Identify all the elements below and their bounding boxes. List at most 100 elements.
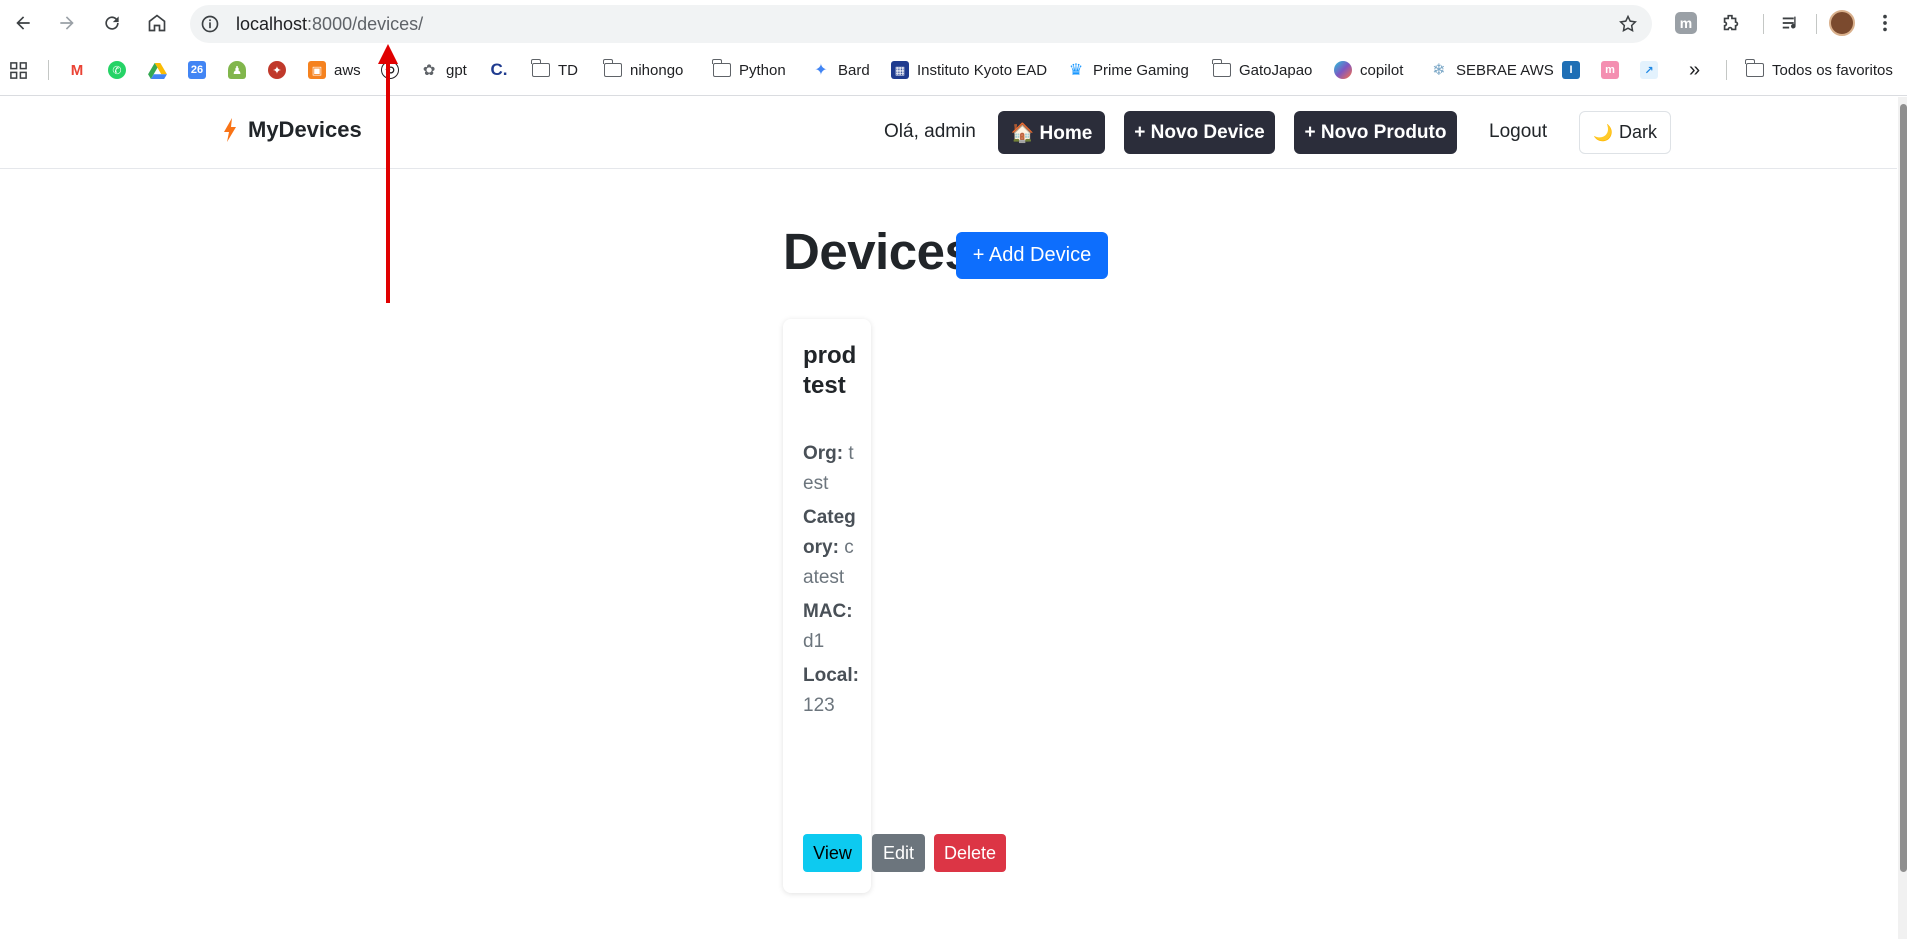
bookmark-label: Instituto Kyoto EAD (917, 61, 1048, 79)
bookmark-star-icon[interactable] (1618, 14, 1638, 34)
page-title: Devices (783, 223, 973, 280)
bookmark-copilot[interactable]: copilot (1334, 58, 1403, 82)
extension-m-icon[interactable]: m (1673, 10, 1699, 36)
browser-toolbar: localhost:8000/devices/ m (0, 0, 1907, 48)
copilot-icon (1334, 61, 1352, 79)
bookmark-kyoto[interactable]: ▦ Instituto Kyoto EAD (891, 58, 1047, 82)
toolbar-separator (1763, 14, 1764, 34)
org-field: Org: test (803, 439, 859, 499)
bookmark-label: GatoJapao (1239, 61, 1313, 79)
chart-icon: ↗ (1640, 61, 1658, 79)
media-control-icon[interactable] (1778, 10, 1804, 36)
bookmark-bard[interactable]: ✦ Bard (812, 58, 870, 82)
openai-icon: ✿ (420, 61, 438, 79)
user-greeting: Olá, admin (884, 121, 976, 142)
bookmark-canva[interactable]: C. (490, 58, 508, 82)
bookmark-label: nihongo (630, 61, 684, 79)
crown-icon: ♛ (1067, 61, 1085, 79)
view-button[interactable]: View (803, 834, 862, 872)
mac-value: d1 (803, 631, 825, 652)
mac-field: MAC: d1 (803, 597, 859, 657)
home-button[interactable]: 🏠 Home (998, 111, 1105, 154)
bookmark-chart[interactable]: ↗ (1640, 58, 1658, 82)
brand-name: MyDevices (248, 117, 362, 142)
site-info-icon[interactable] (200, 14, 220, 34)
moon-icon: 🌙 (1593, 124, 1613, 142)
canva-icon: C. (490, 60, 508, 79)
bookmarks-bar: M ✆ 26 ♟ ✦ ▣ aws ⟲ ✿ gpt C. TD nihongo Pyt… (0, 52, 1907, 88)
bookmark-folder-gatojapao[interactable]: GatoJapao (1212, 58, 1313, 82)
bookmark-label: Prime Gaming (1093, 61, 1189, 79)
bookmark-calendar[interactable]: 26 (188, 58, 206, 82)
bookmark-folder-td[interactable]: TD (531, 58, 578, 82)
more-bookmarks-button[interactable]: » (1689, 58, 1700, 82)
toolbar-separator (1816, 14, 1817, 34)
org-label: Org: (803, 443, 844, 464)
bookmark-whatsapp[interactable]: ✆ (108, 58, 126, 82)
mac-label: MAC: (803, 601, 853, 622)
address-bar[interactable]: localhost:8000/devices/ (190, 5, 1652, 43)
whatsapp-icon: ✆ (108, 61, 126, 79)
bookmark-chess[interactable]: ♟ (228, 58, 246, 82)
edit-button[interactable]: Edit (872, 834, 925, 872)
bookmark-label: TD (558, 61, 578, 79)
browser-chrome: localhost:8000/devices/ m M ✆ 26 ♟ ✦ ▣ aw… (0, 0, 1907, 96)
bookmark-aws[interactable]: ▣ aws (308, 58, 361, 82)
device-name: prodtest (803, 342, 857, 399)
device-fields: Org: test Category: catest MAC: d1 Local… (803, 439, 859, 725)
bookmark-gmail[interactable]: M (68, 58, 86, 82)
bookmarks-separator (1726, 60, 1727, 80)
gear-icon: ❄ (1430, 61, 1448, 79)
logout-link[interactable]: Logout (1489, 121, 1547, 143)
navbar: MyDevices Olá, admin 🏠 Home + Novo Devic… (0, 97, 1897, 169)
brand-link[interactable]: MyDevices (222, 117, 362, 143)
add-device-button[interactable]: + Add Device (956, 232, 1108, 279)
new-device-button[interactable]: + Novo Device (1124, 111, 1275, 154)
kyoto-icon: ▦ (891, 61, 909, 79)
bolt-icon (224, 118, 236, 142)
avatar[interactable] (1829, 10, 1855, 36)
bookmark-gpt[interactable]: ✿ gpt (420, 58, 467, 82)
annotation-arrow (386, 60, 390, 303)
bookmark-drive[interactable] (148, 58, 167, 82)
game-icon: ✦ (268, 61, 286, 79)
m-icon: m (1601, 61, 1619, 79)
drive-icon (148, 62, 167, 79)
bookmark-m[interactable]: m (1601, 58, 1619, 82)
category-field: Category: catest (803, 503, 859, 593)
folder-icon (1212, 59, 1231, 77)
all-bookmarks-folder[interactable]: Todos os favoritos (1745, 58, 1893, 82)
url-text[interactable]: localhost:8000/devices/ (236, 14, 423, 35)
folder-icon (712, 59, 731, 77)
bookmark-prime-gaming[interactable]: ♛ Prime Gaming (1067, 58, 1189, 82)
new-product-button[interactable]: + Novo Produto (1294, 111, 1457, 154)
bookmark-label: Bard (838, 61, 870, 79)
bookmark-game[interactable]: ✦ (268, 58, 286, 82)
apps-icon[interactable] (9, 58, 28, 82)
folder-icon (1745, 59, 1764, 77)
bookmark-sebrae-aws[interactable]: ❄ SEBRAE AWS (1430, 58, 1554, 82)
back-icon[interactable] (8, 8, 38, 38)
device-card: prodtest Org: test Category: catest MAC:… (783, 319, 871, 893)
scrollbar-thumb[interactable] (1900, 104, 1907, 872)
bookmark-info[interactable]: I (1562, 58, 1580, 82)
aws-icon: ▣ (308, 61, 326, 79)
delete-button[interactable]: Delete (934, 834, 1006, 872)
extensions-icon[interactable] (1718, 10, 1744, 36)
reload-icon[interactable] (97, 8, 127, 38)
bookmark-folder-nihongo[interactable]: nihongo (603, 58, 684, 82)
bookmark-label: SEBRAE AWS (1456, 61, 1554, 79)
dark-mode-label: Dark (1618, 122, 1657, 142)
bookmark-label: gpt (446, 61, 467, 79)
home-icon[interactable] (142, 8, 172, 38)
calendar-icon: 26 (188, 61, 206, 79)
bookmark-folder-python[interactable]: Python (712, 58, 786, 82)
dark-mode-toggle[interactable]: 🌙 Dark (1579, 111, 1671, 154)
forward-icon[interactable] (52, 8, 82, 38)
local-label: Local: (803, 665, 859, 686)
bookmark-label: aws (334, 61, 361, 79)
more-menu-icon[interactable] (1872, 10, 1898, 36)
bookmark-label: Todos os favoritos (1772, 61, 1893, 79)
local-value: 123 (803, 695, 835, 716)
bookmark-label: Python (739, 61, 786, 79)
